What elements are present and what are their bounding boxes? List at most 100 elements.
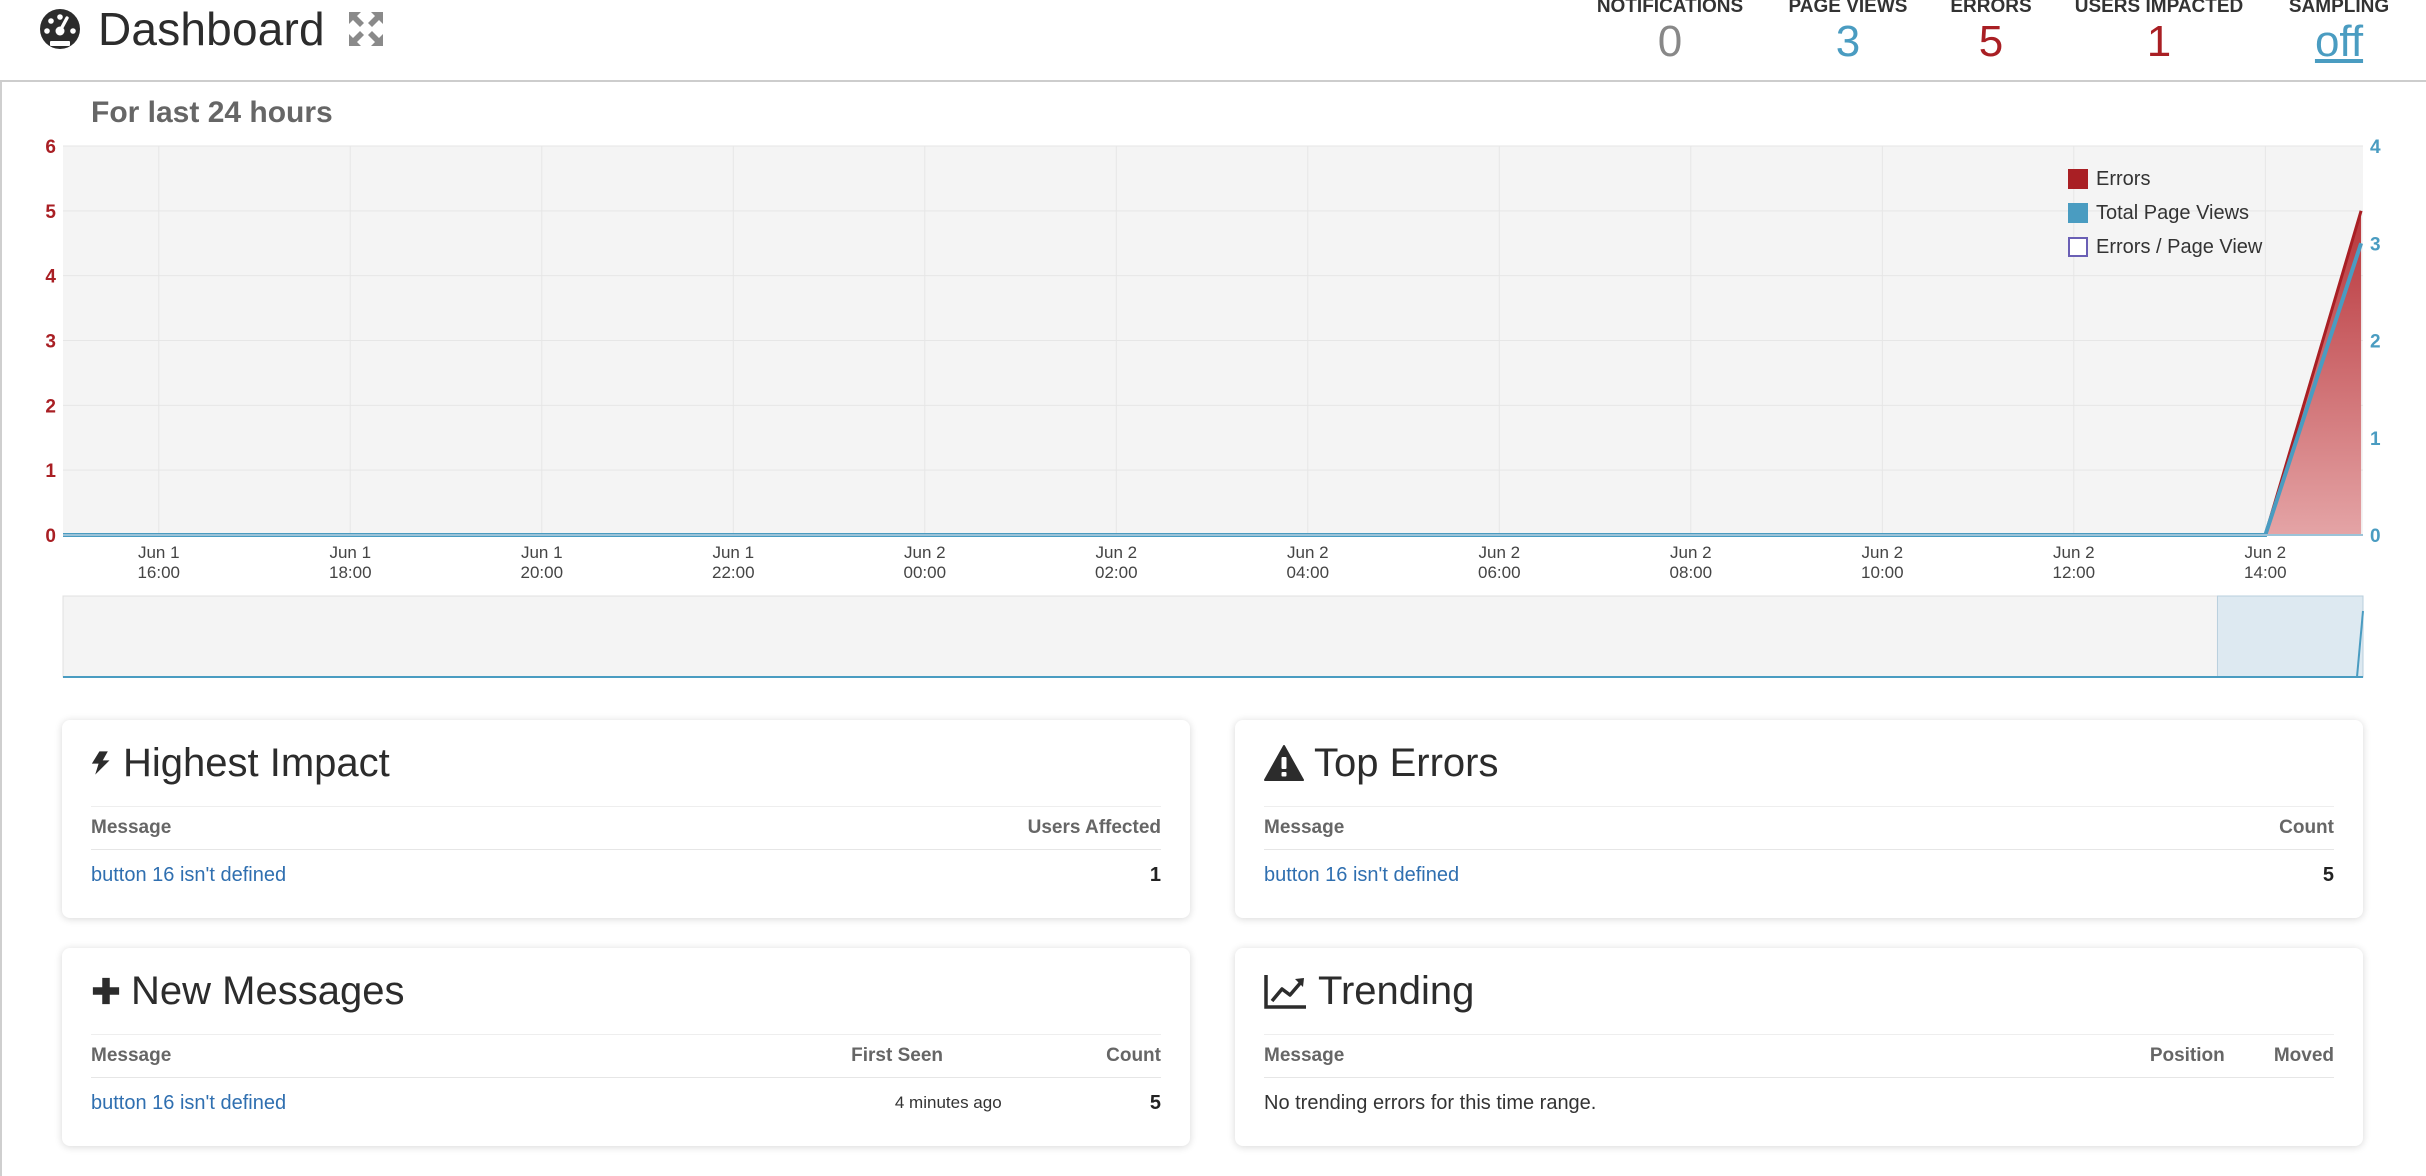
navigator-background [62,595,2364,678]
x-tick-label: Jun 2 08:00 [1670,543,1713,582]
column-header-position[interactable]: Position [2150,1045,2274,1067]
empty-state-row: No trending errors for this time range. [1264,1078,2334,1128]
table-header: Message First Seen Count [91,1035,1161,1078]
errors-pageviews-chart[interactable]: Jun 1 16:00 Jun 1 18:00 Jun 1 20:00 Jun 1 22:00… [0,130,2426,590]
panel-title: Top Errors [1314,740,1499,785]
panel-header: Highest Impact [91,720,1161,807]
legend-item-errors-per-page-view[interactable]: Errors / Page View [2068,230,2262,264]
panel-title: Highest Impact [123,740,390,785]
panel-new-messages: New Messages Message First Seen Count bu… [62,948,1190,1146]
table-row: button 16 isn't defined 1 [91,850,1161,900]
y-left-tick-label: 1 [45,461,56,482]
legend-label: Total Page Views [2096,201,2250,224]
panel-title: Trending [1318,968,1475,1013]
error-count: 5 [2322,863,2334,886]
warning-triangle-icon [1264,745,1304,781]
users-affected-count: 1 [1149,863,1161,886]
y-left-tick-label: 4 [45,267,56,288]
x-tick-label: Jun 2 12:00 [2053,543,2096,582]
empty-state-text: No trending errors for this time range. [1264,1091,1597,1114]
stat-value: 0 [1657,17,1683,66]
stat-label: ERRORS [1950,0,2032,14]
y-left-tick-label: 0 [45,526,56,547]
y-right-tick-label: 4 [2370,137,2381,158]
panel-header: Top Errors [1264,720,2334,807]
stat-label: USERS IMPACTED [2074,0,2244,14]
stat-sampling[interactable]: SAMPLING off [2284,0,2394,66]
title-area: Dashboard [36,0,385,58]
chart-range-navigator[interactable] [0,590,2426,680]
expand-arrows-icon[interactable] [347,10,385,48]
legend-item-errors[interactable]: Errors [2068,162,2262,196]
column-header-message[interactable]: Message [91,817,1028,839]
y-right-tick-label: 0 [2370,526,2381,547]
stat-label: SAMPLING [2288,0,2390,14]
stat-page-views[interactable]: PAGE VIEWS 3 [1784,0,1912,66]
column-header-first-seen[interactable]: First Seen [851,1045,1106,1067]
y-left-tick-label: 3 [45,332,56,353]
y-left-tick-label: 5 [45,202,56,223]
table-header: Message Count [1264,807,2334,850]
column-header-users-affected[interactable]: Users Affected [1028,817,1161,839]
line-chart-icon [1264,975,1306,1009]
panel-top-errors: Top Errors Message Count button 16 isn't… [1235,720,2363,918]
y-right-tick-label: 1 [2370,429,2381,450]
legend-swatch-errors [2068,169,2088,189]
y-left-tick-label: 2 [45,396,56,417]
plus-icon [92,977,120,1005]
stat-users-impacted[interactable]: USERS IMPACTED 1 [2070,0,2248,66]
stat-errors[interactable]: ERRORS 5 [1948,0,2034,66]
navigator-selection[interactable] [2216,595,2364,678]
legend-item-page-views[interactable]: Total Page Views [2068,196,2262,230]
table-row: button 16 isn't defined 5 [1264,850,2334,900]
table-header: Message Position Moved [1264,1035,2334,1078]
table-row: button 16 isn't defined 4 minutes ago 5 [91,1078,1161,1128]
x-tick-label: Jun 2 00:00 [904,543,947,582]
stat-value: 1 [2146,17,2172,66]
panel-header: New Messages [91,948,1161,1035]
legend-swatch-errors-per-page-view [2068,237,2088,257]
x-tick-label: Jun 2 02:00 [1095,543,1138,582]
column-header-count[interactable]: Count [2279,817,2334,839]
error-message-link[interactable]: button 16 isn't defined [1264,864,1459,886]
sampling-toggle-link[interactable]: off [2284,18,2394,66]
stat-label: NOTIFICATIONS [1596,0,1744,14]
panel-highest-impact: Highest Impact Message Users Affected bu… [62,720,1190,918]
legend-label: Errors [2096,167,2151,190]
x-tick-label: Jun 2 10:00 [1861,543,1904,582]
stat-label: PAGE VIEWS [1788,0,1908,14]
column-header-moved[interactable]: Moved [2274,1045,2334,1067]
column-header-message[interactable]: Message [91,1045,851,1067]
column-header-count[interactable]: Count [1106,1045,1161,1067]
stat-notifications[interactable]: NOTIFICATIONS 0 [1592,0,1748,66]
legend-swatch-page-views [2068,203,2088,223]
column-header-message[interactable]: Message [1264,817,2279,839]
chart-legend: Errors Total Page Views Errors / Page Vi… [2068,162,2262,264]
legend-label: Errors / Page View [2096,235,2263,258]
panel-header: Trending [1264,948,2334,1035]
x-tick-label: Jun 1 20:00 [520,543,563,582]
stat-value: 5 [1978,17,2004,66]
chart-subtitle: For last 24 hours [91,96,333,129]
y-right-tick-label: 3 [2370,234,2381,255]
x-tick-label: Jun 2 06:00 [1478,543,1521,582]
error-message-link[interactable]: button 16 isn't defined [91,1092,286,1114]
column-header-message[interactable]: Message [1264,1045,2150,1067]
x-tick-label: Jun 2 14:00 [2244,543,2287,582]
y-left-tick-label: 6 [45,137,56,158]
y-right-tick-label: 2 [2370,332,2381,353]
stat-value: 3 [1835,17,1861,66]
panel-title: New Messages [131,968,405,1013]
x-tick-label: Jun 1 16:00 [137,543,180,582]
x-tick-label: Jun 1 22:00 [712,543,755,582]
panel-trending: Trending Message Position Moved No trend… [1235,948,2363,1146]
first-seen-value: 4 minutes ago [894,1093,1002,1112]
page-title: Dashboard [98,3,325,55]
lightning-bolt-icon [91,751,110,775]
dashboard-gauge-icon [40,9,80,49]
message-count: 5 [1149,1091,1161,1114]
page-header: Dashboard NOTIFICATIONS 0 PAGE VIEWS 3 E… [0,0,2426,82]
x-tick-label: Jun 2 04:00 [1287,543,1330,582]
x-tick-label: Jun 1 18:00 [329,543,372,582]
error-message-link[interactable]: button 16 isn't defined [91,864,286,886]
